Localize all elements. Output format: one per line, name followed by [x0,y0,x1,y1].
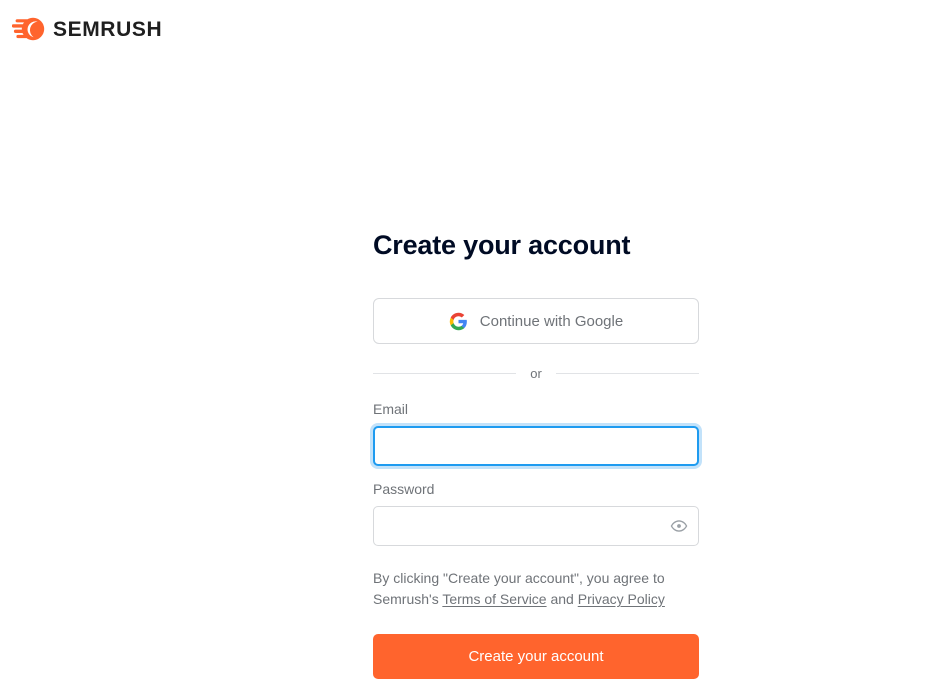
signup-form: Create your account Continue with Google… [373,228,699,679]
legal-text-between: and [546,591,578,607]
password-input[interactable] [373,506,699,546]
semrush-logo[interactable]: SEMRUSH [12,16,162,42]
terms-of-service-link[interactable]: Terms of Service [442,591,546,607]
toggle-password-visibility-button[interactable] [668,515,690,537]
continue-with-google-button[interactable]: Continue with Google [373,298,699,344]
eye-icon [670,517,688,535]
divider-line-left [373,373,517,374]
google-button-label: Continue with Google [479,312,624,330]
page-title: Create your account [373,230,631,260]
email-field-group: Email [373,400,699,466]
email-input-wrap [373,426,699,466]
create-account-button[interactable]: Create your account [373,634,699,679]
email-label: Email [373,401,409,417]
divider-line-right [555,373,699,374]
page-header: SEMRUSH [0,0,939,58]
semrush-logo-text: SEMRUSH [53,17,163,41]
semrush-comet-icon [12,16,46,42]
password-field-group: Password [373,480,699,546]
or-divider: or [373,367,699,380]
legal-disclaimer: By clicking "Create your account", you a… [373,568,703,610]
google-g-icon [449,312,468,331]
divider-label: or [530,366,542,381]
email-input[interactable] [373,426,699,466]
password-input-wrap [373,506,699,546]
privacy-policy-link[interactable]: Privacy Policy [578,591,665,607]
password-label: Password [373,481,435,497]
